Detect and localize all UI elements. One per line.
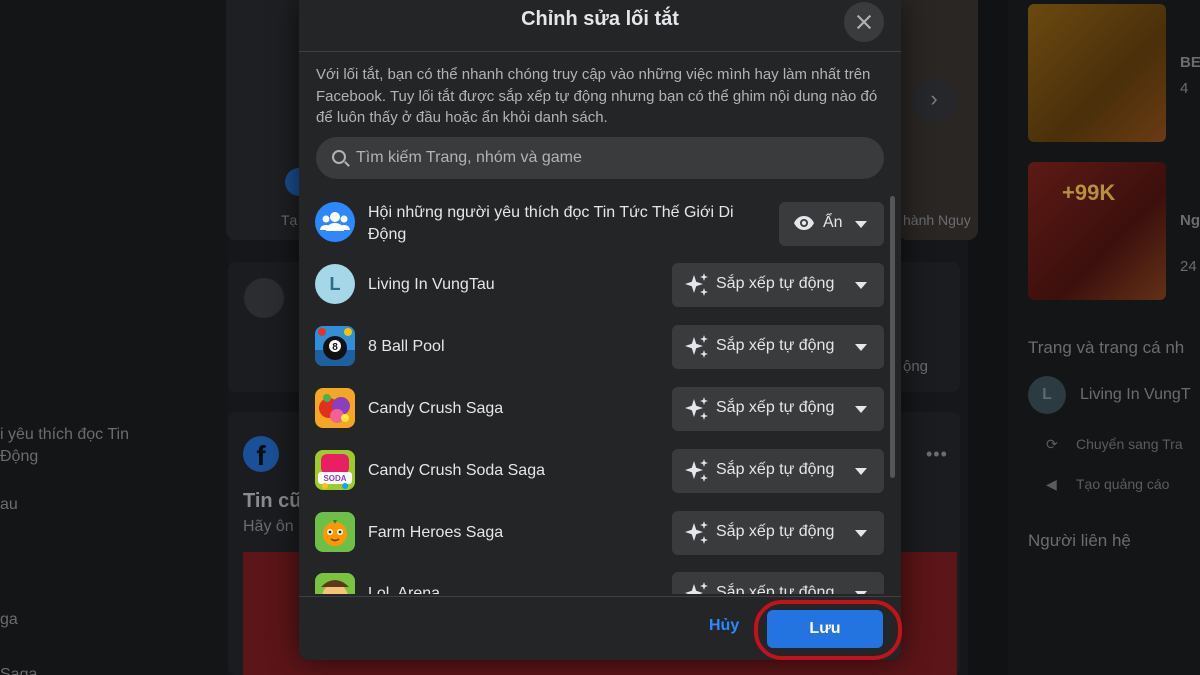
left-sidebar-text: i yêu thích đọc Tin [0, 426, 129, 443]
sparkle-icon [685, 397, 708, 420]
chevron-down-icon [855, 591, 867, 594]
shortcut-setting-label: Ẩn [823, 214, 843, 231]
ad-side-text: 24 [1180, 258, 1197, 275]
shortcut-setting-label: Sắp xếp tự động [716, 523, 835, 540]
left-sidebar-text: ga [0, 611, 18, 628]
search-icon [332, 150, 346, 164]
list-item: Lol. Arena Sắp xếp tự động [299, 572, 893, 594]
ad-side-text: BE [1180, 54, 1200, 71]
close-button[interactable] [844, 2, 884, 42]
dialog-header: Chỉnh sửa lối tắt [299, 0, 901, 52]
list-item: Hội những người yêu thích đọc Tin Tức Th… [299, 192, 893, 256]
news-subtitle: Hãy ôn [243, 518, 294, 535]
shortcut-setting-label: Sắp xếp tự động [716, 399, 835, 416]
shortcut-name: Living In VungTau [368, 276, 495, 293]
left-sidebar: i yêu thích đọc Tin Động au ga Saga [0, 0, 228, 675]
ad-badge-text: +99K [1062, 180, 1116, 205]
candy-crush-game-icon [315, 388, 355, 428]
search-input[interactable]: Tìm kiếm Trang, nhóm và game [316, 137, 884, 179]
contacts-title: Người liên hệ [1028, 531, 1131, 550]
shortcut-setting-dropdown[interactable]: Sắp xếp tự động [672, 572, 884, 594]
shortcut-setting-label: Sắp xếp tự động [716, 584, 835, 594]
shortcut-setting-dropdown[interactable]: Sắp xếp tự động [672, 387, 884, 431]
story-next-icon: › [912, 78, 956, 122]
facebook-logo-icon: f [243, 436, 279, 472]
sparkle-icon [685, 335, 708, 358]
more-options-icon: ••• [926, 444, 948, 464]
shortcut-setting-dropdown[interactable]: Sắp xếp tự động [672, 325, 884, 369]
chevron-down-icon [855, 406, 867, 413]
shortcut-setting-label: Sắp xếp tự động [716, 337, 835, 354]
shortcut-setting-dropdown[interactable]: Sắp xếp tự động [672, 511, 884, 555]
lol-arena-game-icon [315, 573, 355, 594]
edit-shortcuts-dialog: Chỉnh sửa lối tắt Với lối tắt, bạn có th… [299, 0, 901, 660]
story-label: hành Nguy [903, 212, 971, 228]
svg-text:8: 8 [332, 342, 338, 353]
left-sidebar-text: Saga [0, 666, 38, 675]
shortcut-setting-dropdown[interactable]: Sắp xếp tự động [672, 263, 884, 307]
ad-image [1028, 4, 1166, 142]
shortcut-name: Farm Heroes Saga [368, 524, 504, 541]
chevron-down-icon [855, 282, 867, 289]
pages-section-title: Trang và trang cá nh [1028, 338, 1185, 357]
group-icon [315, 202, 355, 242]
candy-crush-soda-game-icon: SODA [315, 450, 355, 490]
chevron-down-icon [855, 530, 867, 537]
shortcut-name: Động [368, 226, 407, 243]
ad-side-text: Ng [1180, 212, 1200, 229]
eye-icon [794, 216, 814, 230]
shortcut-name: Hội những người yêu thích đọc Tin Tức Th… [368, 204, 734, 221]
dialog-description: Với lối tắt, bạn có thể nhanh chóng truy… [316, 66, 878, 126]
create-ad-label: Tạo quảng cáo [1076, 476, 1170, 492]
switch-profile-row: ⟳ Chuyển sang Tra [1046, 436, 1183, 453]
left-sidebar-text: Động [0, 448, 39, 465]
list-item: Candy Crush Saga Sắp xếp tự động [299, 387, 893, 450]
shortcut-name: Candy Crush Soda Saga [368, 462, 545, 479]
create-ad-row: ◀ Tạo quảng cáo [1046, 476, 1169, 493]
svg-text:SODA: SODA [323, 474, 346, 483]
sparkle-icon [685, 582, 708, 594]
left-sidebar-text: au [0, 496, 18, 513]
chevron-down-icon [855, 221, 867, 228]
shortcut-name: Candy Crush Saga [368, 400, 504, 417]
cancel-button[interactable]: Hủy [709, 617, 739, 635]
chevron-down-icon [855, 344, 867, 351]
scrollbar-thumb[interactable] [890, 196, 895, 478]
shortcut-list: Hội những người yêu thích đọc Tin Tức Th… [299, 192, 893, 594]
page-avatar: L [1028, 376, 1066, 414]
8-ball-pool-game-icon: 8 [315, 326, 355, 366]
shortcut-setting-label: Sắp xếp tự động [716, 275, 835, 292]
shortcut-name: Lol. Arena [368, 585, 441, 594]
sparkle-icon [685, 521, 708, 544]
page-name: Living In VungT [1080, 386, 1191, 403]
search-placeholder: Tìm kiếm Trang, nhóm và game [356, 149, 582, 166]
farm-heroes-game-icon [315, 512, 355, 552]
chevron-down-icon [855, 468, 867, 475]
ad-side-text: 4 [1180, 80, 1189, 97]
avatar [244, 278, 284, 318]
shortcut-setting-label: Sắp xếp tự động [716, 461, 835, 478]
list-item: SODA Candy Crush Soda Saga Sắp xếp tự độ… [299, 449, 893, 512]
dialog-title: Chỉnh sửa lối tắt [521, 8, 679, 30]
sparkle-icon [685, 273, 708, 296]
shortcut-setting-dropdown[interactable]: Ẩn [779, 202, 884, 246]
switch-profile-label: Chuyển sang Tra [1076, 436, 1183, 452]
composer-action-text: ộng [903, 358, 929, 375]
shortcut-name: 8 Ball Pool [368, 338, 445, 355]
megaphone-icon: ◀ [1046, 476, 1057, 492]
sparkle-icon [685, 459, 708, 482]
page-letter-avatar: L [315, 264, 355, 304]
story-label: Tạ [281, 212, 298, 228]
save-button-highlight-ring [754, 600, 902, 660]
list-item: Farm Heroes Saga Sắp xếp tự động [299, 511, 893, 574]
shortcut-setting-dropdown[interactable]: Sắp xếp tự động [672, 449, 884, 493]
list-item: L Living In VungTau Sắp xếp tự động [299, 263, 893, 326]
list-item: 8 8 Ball Pool Sắp xếp tự động [299, 325, 893, 388]
switch-profile-icon: ⟳ [1046, 436, 1058, 452]
news-title: Tin cũ [243, 490, 302, 512]
